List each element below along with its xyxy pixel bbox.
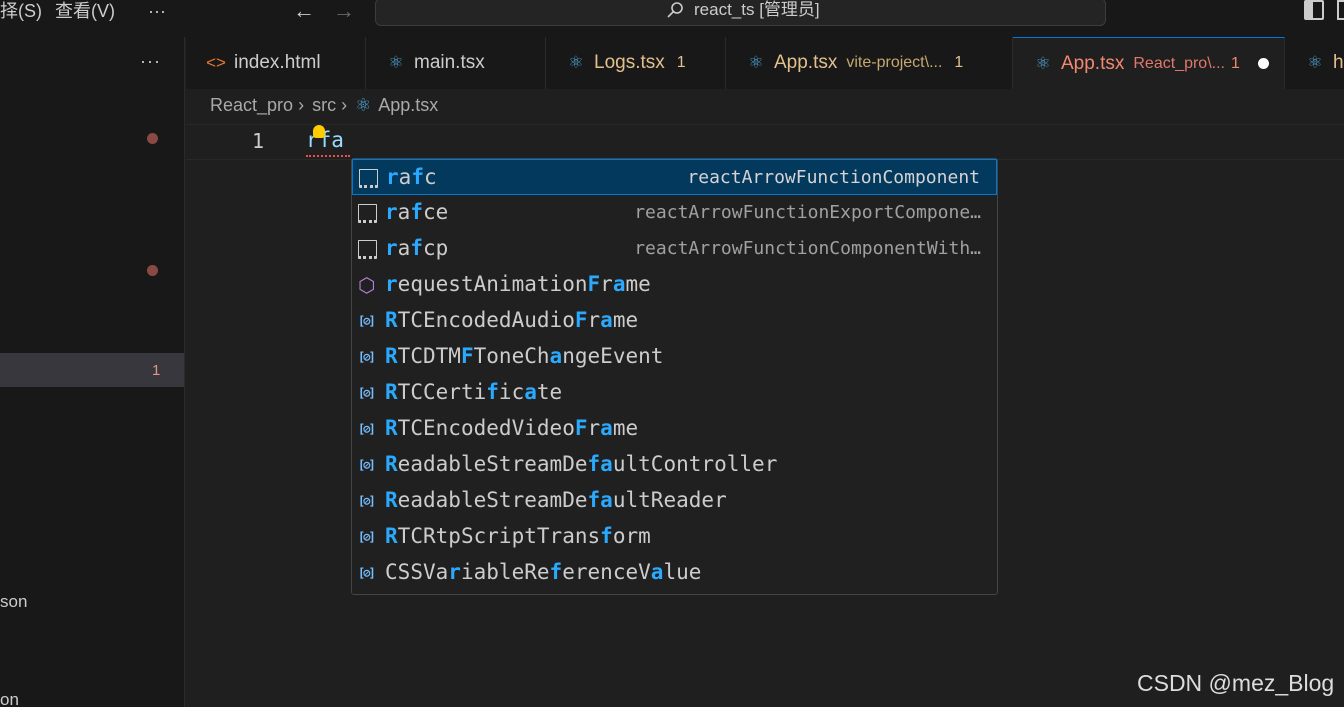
modified-dot-icon (147, 265, 158, 276)
tab-app-tsx-active[interactable]: ⚛ App.tsx React_pro\... 1 (1013, 37, 1285, 89)
suggestion-label: RTCEncodedVideoFrame (385, 416, 639, 440)
sidebar-item-label[interactable]: on (0, 690, 19, 707)
menu-more[interactable]: ··· (148, 0, 166, 24)
variable-icon: [⊘] (358, 530, 376, 544)
suggestion-label: ReadableStreamDefaultReader (385, 488, 727, 512)
command-center-search[interactable]: react_ts [管理员] (375, 0, 1106, 26)
modified-dot-icon (147, 133, 158, 144)
search-icon (667, 2, 683, 18)
current-line-highlight (186, 124, 1344, 160)
menu-view[interactable]: 查看(V) (55, 0, 115, 24)
editor-tabs: <> index.html ⚛ main.tsx ⚛ Logs.tsx 1 ⚛ … (186, 37, 1344, 89)
breadcrumb-folder[interactable]: React_pro (210, 95, 293, 115)
suggestion-item[interactable]: rafc reactArrowFunctionComponent (352, 159, 997, 195)
snippet-icon (358, 204, 377, 223)
react-icon: ⚛ (748, 53, 764, 72)
suggestion-item[interactable]: ⬡ requestAnimationFrame (352, 267, 997, 303)
watermark: CSDN @mez_Blog (1137, 670, 1335, 696)
react-icon: ⚛ (1307, 53, 1323, 72)
variable-icon: [⊘] (358, 386, 376, 400)
react-icon: ⚛ (568, 53, 584, 72)
suggestion-label: requestAnimationFrame (385, 272, 651, 296)
suggestion-item[interactable]: [⊘] RTCEncodedVideoFrame (352, 411, 997, 447)
suggestion-label: ReadableStreamDefaultController (385, 452, 778, 476)
tab-app-tsx-vite[interactable]: ⚛ App.tsx vite-project\... 1 (726, 37, 1013, 89)
lightbulb-icon[interactable] (313, 125, 325, 138)
toggle-sidebar-icon[interactable] (1304, 0, 1324, 20)
html-icon: <> (206, 53, 226, 72)
toggle-panel-icon[interactable] (1337, 0, 1344, 20)
tab-index-html[interactable]: <> index.html (186, 37, 366, 89)
tab-problem-badge: 1 (954, 54, 964, 71)
suggestion-item[interactable]: [⊘] ReadableStreamDefaultReader (352, 483, 997, 519)
breadcrumb-folder[interactable]: src (312, 95, 336, 115)
tab-label: main.tsx (414, 52, 485, 73)
suggestion-item[interactable]: [⊘] CSSVariableReferenceValue (352, 555, 997, 591)
variable-icon: [⊘] (358, 566, 376, 580)
suggestion-label: CSSVariableReferenceValue (385, 560, 702, 584)
tab-label: h (1333, 52, 1344, 73)
problem-count-badge: 1 (152, 362, 161, 379)
tab-label: App.tsx (1061, 52, 1125, 74)
suggestion-item[interactable]: [⊘] RTCCertificate (352, 375, 997, 411)
suggestion-item[interactable]: [⊘] RTCDTMFToneChangeEvent (352, 339, 997, 375)
suggestion-label: RTCRtpScriptTransform (385, 524, 651, 548)
tab-overflow[interactable]: ⚛ h (1285, 37, 1344, 89)
breadcrumb: React_pro › src › ⚛ App.tsx (210, 95, 441, 116)
variable-icon: [⊘] (358, 422, 376, 436)
tab-label: index.html (234, 52, 321, 73)
unsaved-dot-icon[interactable] (1257, 58, 1269, 69)
chevron-right-icon: › (341, 95, 348, 115)
react-icon: ⚛ (388, 53, 404, 72)
snippet-icon (359, 169, 378, 188)
tab-main-tsx[interactable]: ⚛ main.tsx (366, 37, 546, 89)
tab-label: Logs.tsx (594, 52, 665, 73)
title-bar: 择(S) 查看(V) ··· ← → react_ts [管理员] (0, 0, 1344, 37)
variable-icon: [⊘] (358, 314, 376, 328)
method-icon: ⬡ (358, 273, 376, 297)
tab-problem-badge: 1 (676, 54, 686, 71)
react-icon: ⚛ (1035, 53, 1051, 73)
suggestion-item[interactable]: rafcp reactArrowFunctionComponentWith… (352, 231, 997, 267)
error-squiggle (306, 154, 350, 157)
suggestion-item[interactable]: [⊘] ReadableStreamDefaultController (352, 447, 997, 483)
tab-problem-badge: 1 (1230, 54, 1240, 72)
tab-logs-tsx[interactable]: ⚛ Logs.tsx 1 (546, 37, 726, 89)
suggestion-label: RTCEncodedAudioFrame (385, 308, 639, 332)
suggestion-label: rafce (385, 200, 449, 224)
explorer-sidebar: ··· 1 son on (0, 37, 185, 707)
forward-arrow-icon[interactable]: → (333, 0, 355, 22)
suggestion-label: rafcp (385, 236, 449, 260)
variable-icon: [⊘] (358, 494, 376, 508)
react-icon: ⚛ (355, 95, 372, 115)
suggest-widget: rafc reactArrowFunctionComponent rafce reac… (351, 158, 998, 595)
suggestion-label: RTCCertificate (385, 380, 563, 404)
suggestion-item[interactable]: rafce reactArrowFunctionExportCompone… (352, 195, 997, 231)
variable-icon: [⊘] (358, 350, 376, 364)
line-number: 1 (252, 129, 265, 153)
suggestion-detail: reactArrowFunctionExportCompone… (634, 202, 981, 223)
breadcrumb-file[interactable]: App.tsx (378, 95, 438, 115)
back-arrow-icon[interactable]: ← (293, 0, 315, 22)
chevron-right-icon: › (298, 95, 305, 115)
menu-selection[interactable]: 择(S) (0, 0, 42, 24)
suggestion-label: rafc (386, 165, 437, 189)
command-center-label: react_ts [管理员] (694, 0, 820, 19)
sidebar-item-label[interactable]: son (0, 592, 27, 612)
tab-label: App.tsx (774, 52, 838, 73)
suggestion-item[interactable]: [⊘] RTCRtpScriptTransform (352, 519, 997, 555)
snippet-icon (358, 240, 377, 259)
tab-description: React_pro\... (1133, 54, 1225, 72)
suggestion-item[interactable]: [⊘] RTCEncodedAudioFrame (352, 303, 997, 339)
sidebar-more-button[interactable]: ··· (140, 51, 161, 72)
suggestion-label: RTCDTMFToneChangeEvent (385, 344, 664, 368)
suggestion-detail: reactArrowFunctionComponentWith… (634, 238, 981, 259)
tab-description: vite-project\... (846, 54, 943, 71)
suggestion-detail: reactArrowFunctionComponent (687, 167, 980, 188)
variable-icon: [⊘] (358, 458, 376, 472)
